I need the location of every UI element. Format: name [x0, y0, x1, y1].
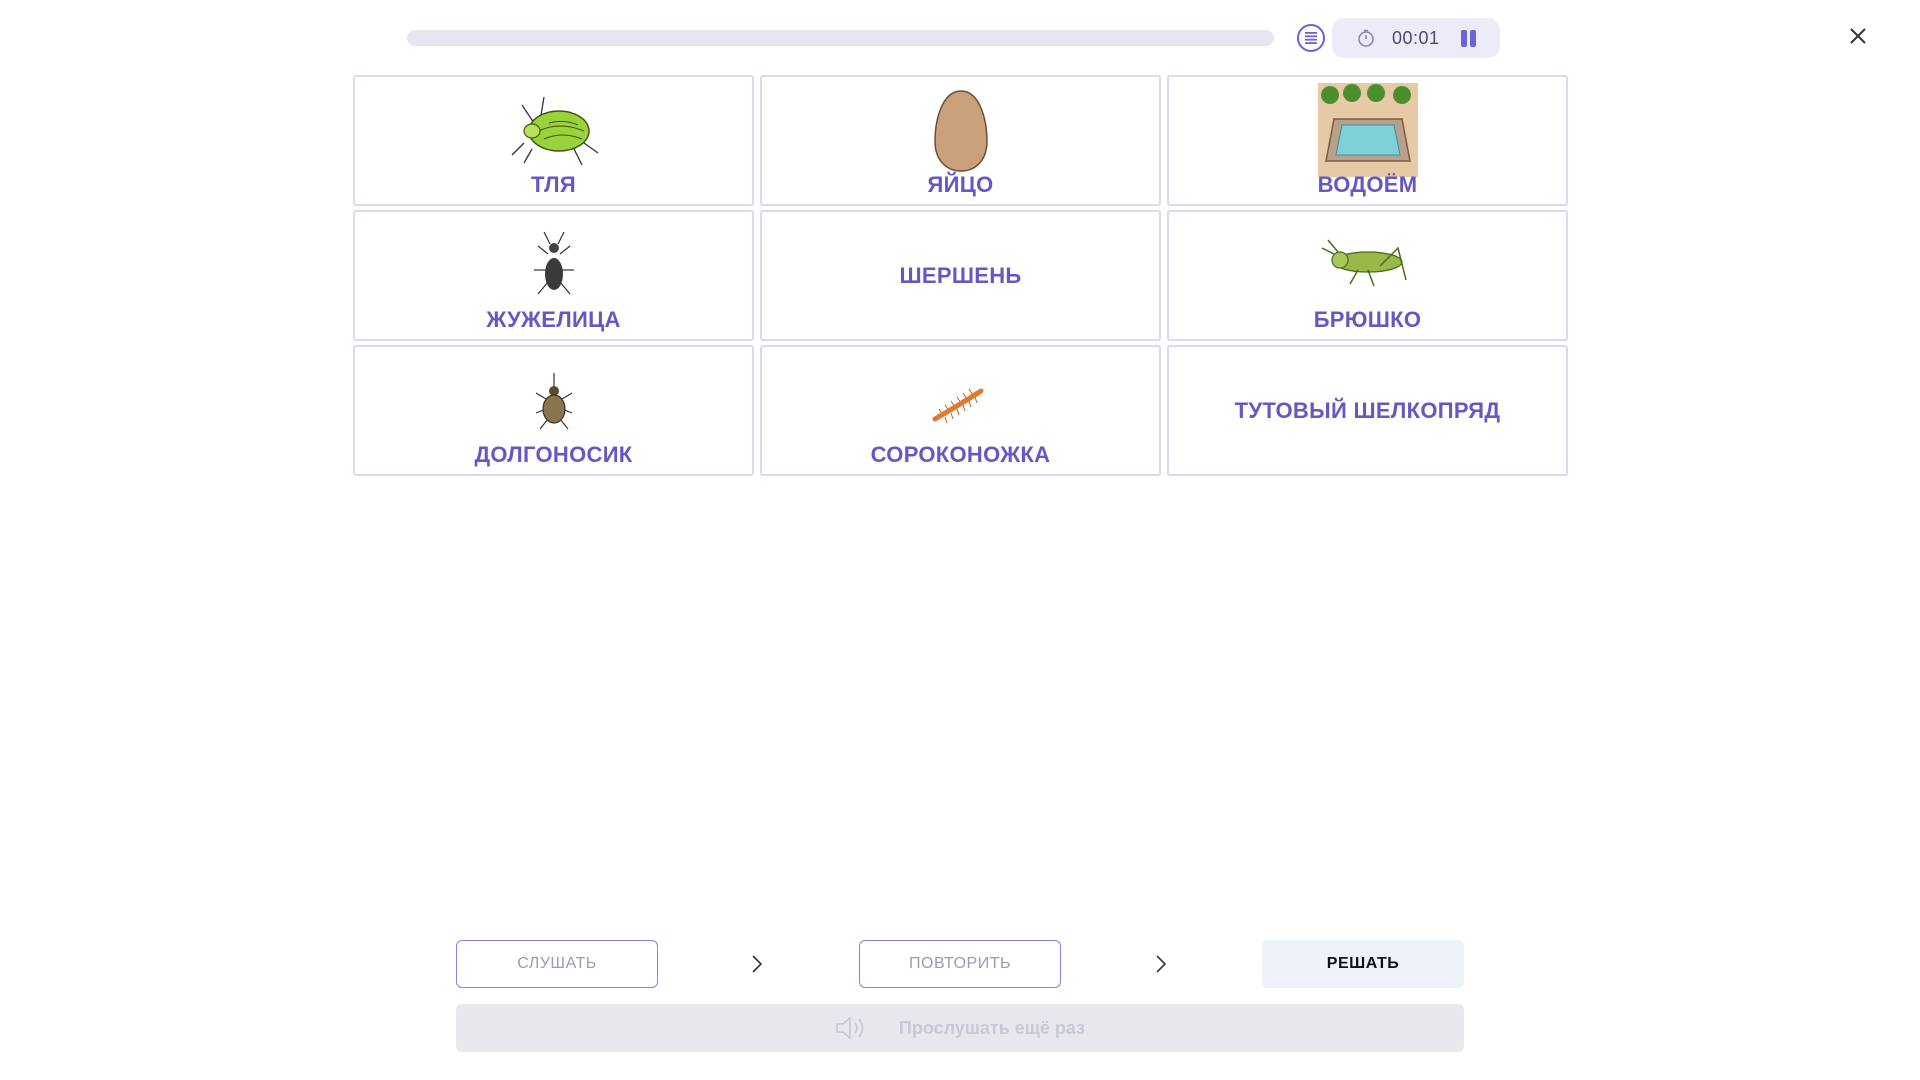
card-pond[interactable]: ВОДОЁМ	[1167, 75, 1568, 206]
card-centipede[interactable]: СОРОКОНОЖКА	[760, 345, 1161, 476]
progress-bar	[407, 30, 1274, 46]
stopwatch-icon	[1358, 29, 1374, 47]
card-label: СОРОКОНОЖКА	[870, 442, 1051, 467]
chevron-right-icon	[1156, 955, 1167, 973]
timer-panel: 00:01	[1332, 18, 1500, 58]
ground-beetle-icon	[533, 231, 574, 295]
card-label: ЖУЖЕЛИЦА	[486, 307, 621, 332]
weevil-icon	[535, 373, 572, 430]
card-silkworm[interactable]: ТУТОВЫЙ ШЕЛКОПРЯД	[1167, 345, 1568, 476]
chevron-right-icon	[752, 955, 763, 973]
card-weevil[interactable]: ДОЛГОНОСИК	[353, 345, 754, 476]
replay-button[interactable]: Прослушать ещё раз	[456, 1004, 1464, 1052]
pause-button[interactable]	[1458, 28, 1478, 48]
timer-value: 00:01	[1392, 28, 1440, 48]
speaker-icon	[836, 1017, 864, 1039]
aphid-icon	[511, 96, 598, 166]
card-label: ЯЙЦО	[927, 172, 994, 197]
list-icon	[1305, 32, 1317, 44]
card-label: ТЛЯ	[530, 172, 577, 197]
pause-icon-bar	[1470, 30, 1476, 47]
task-list-button[interactable]	[1297, 24, 1325, 52]
card-grasshopper[interactable]: БРЮШКО	[1167, 210, 1568, 341]
card-label: ТУТОВЫЙ ШЕЛКОПРЯД	[1234, 397, 1501, 423]
centipede-icon	[932, 388, 983, 424]
card-hornet[interactable]: ШЕРШЕНЬ	[760, 210, 1161, 341]
card-label: ШЕРШЕНЬ	[899, 262, 1022, 288]
replay-label: Прослушать ещё раз	[898, 1017, 1086, 1038]
card-label: БРЮШКО	[1313, 307, 1422, 332]
step-bar: СЛУШАТЬ ПОВТОРИТЬ РЕШАТЬ	[0, 940, 1920, 988]
close-icon[interactable]	[1846, 24, 1870, 48]
listen-button[interactable]: СЛУШАТЬ	[456, 940, 658, 988]
grasshopper-icon	[1321, 239, 1407, 287]
card-egg[interactable]: ЯЙЦО	[760, 75, 1161, 206]
pond-icon	[1317, 83, 1418, 177]
word-card-grid: ТЛЯ ЯЙЦО ВОДОЁМ ЖУЖЕЛИЦА ШЕРШЕНЬ БРЮШКО …	[353, 75, 1568, 476]
card-ground-beetle[interactable]: ЖУЖЕЛИЦА	[353, 210, 754, 341]
top-bar: 00:01	[0, 0, 1920, 80]
repeat-button[interactable]: ПОВТОРИТЬ	[859, 940, 1061, 988]
card-label: ДОЛГОНОСИК	[474, 442, 633, 467]
pause-icon	[1461, 30, 1467, 47]
solve-button[interactable]: РЕШАТЬ	[1262, 940, 1464, 988]
egg-icon	[933, 90, 988, 172]
card-label: ВОДОЁМ	[1317, 172, 1418, 197]
card-aphid[interactable]: ТЛЯ	[353, 75, 754, 206]
